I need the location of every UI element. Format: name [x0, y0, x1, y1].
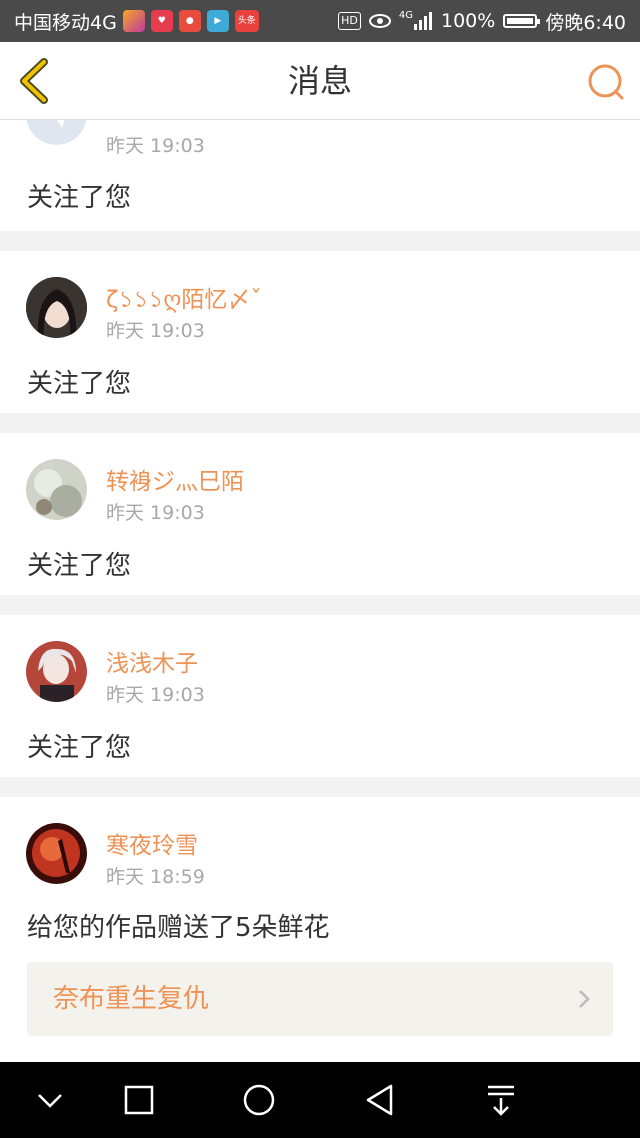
- video-app-icon: ▶: [206, 10, 229, 32]
- eye-icon: [368, 14, 391, 28]
- battery-level-fill: [507, 18, 534, 24]
- system-navigation-bar: [0, 1062, 640, 1138]
- avatar[interactable]: [26, 277, 87, 338]
- download-icon: [488, 1085, 514, 1116]
- message-text: 关注了您: [27, 733, 132, 763]
- message-card[interactable]: 浅浅木子 昨天 19:03 关注了您: [0, 615, 640, 777]
- status-bar: 中国移动4G ♥ ● ▶ 头条 HD 4G 100% 傍晚6:40: [0, 0, 640, 42]
- back-nav-button[interactable]: [362, 1082, 398, 1118]
- status-right: HD 4G 100% 傍晚6:40: [338, 8, 626, 35]
- hide-keyboard-button[interactable]: [32, 1082, 68, 1118]
- message-card[interactable]: 昨天 19:03 关注了您: [0, 120, 640, 231]
- battery-percent: 100%: [441, 10, 496, 32]
- message-text: 关注了您: [27, 369, 132, 399]
- chevron-down-icon: [38, 1094, 62, 1108]
- weibo-app-icon: ●: [178, 10, 201, 32]
- navigation-bar: 消息: [0, 42, 640, 120]
- circle-icon: [243, 1084, 275, 1116]
- timestamp: 昨天 19:03: [106, 320, 205, 342]
- square-icon: [124, 1085, 154, 1115]
- timestamp: 昨天 19:03: [106, 502, 205, 524]
- triangle-back-icon: [366, 1084, 393, 1116]
- clock: 傍晚6:40: [545, 11, 626, 34]
- signal-icon: [414, 12, 432, 30]
- username[interactable]: 转裑ジ灬巳陌: [106, 462, 244, 496]
- home-button[interactable]: [241, 1082, 277, 1118]
- notification-pulldown-button[interactable]: [483, 1082, 519, 1118]
- avatar[interactable]: [26, 459, 87, 520]
- heart-app-icon: ♥: [150, 10, 173, 32]
- work-title: 奈布重生复仇: [53, 984, 210, 1014]
- avatar[interactable]: [26, 641, 87, 702]
- toutiao-app-icon: 头条: [234, 10, 259, 32]
- message-text: 给您的作品赠送了5朵鲜花: [27, 913, 330, 943]
- status-left: 中国移动4G ♥ ● ▶ 头条: [14, 8, 259, 35]
- search-icon: [588, 64, 624, 100]
- battery-icon: [503, 14, 541, 28]
- timestamp: 昨天 19:03: [106, 135, 205, 157]
- avatar[interactable]: [26, 823, 87, 884]
- page-title: 消息: [287, 62, 352, 100]
- hd-icon: HD: [338, 12, 361, 30]
- network-type-label: 4G: [398, 9, 413, 21]
- username[interactable]: 寒夜玲雪: [106, 826, 198, 860]
- recents-button[interactable]: [121, 1082, 157, 1118]
- avatar[interactable]: [26, 120, 87, 145]
- timestamp: 昨天 18:59: [106, 866, 205, 888]
- message-card[interactable]: 转裑ジ灬巳陌 昨天 19:03 关注了您: [0, 433, 640, 595]
- message-card[interactable]: 寒夜玲雪 昨天 18:59 给您的作品赠送了5朵鲜花 奈布重生复仇: [0, 797, 640, 1062]
- carrier-label: 中国移动4G: [14, 11, 117, 34]
- message-text: 关注了您: [27, 551, 132, 581]
- message-card[interactable]: ζ১১১ღ陌忆〆ˇ 昨天 19:03 关注了您: [0, 251, 640, 413]
- chevron-right-icon: [579, 990, 590, 1008]
- instagram-app-icon: [122, 10, 145, 32]
- work-link[interactable]: 奈布重生复仇: [27, 962, 613, 1036]
- username[interactable]: 浅浅木子: [106, 644, 198, 678]
- username[interactable]: ζ১১১ღ陌忆〆ˇ: [106, 280, 262, 320]
- message-list: 昨天 19:03 关注了您 ζ১১১ღ陌忆〆ˇ 昨天 19:03 关注了您 转裑…: [0, 120, 640, 1062]
- timestamp: 昨天 19:03: [106, 684, 205, 706]
- search-button[interactable]: [586, 62, 626, 102]
- message-text: 关注了您: [27, 183, 132, 213]
